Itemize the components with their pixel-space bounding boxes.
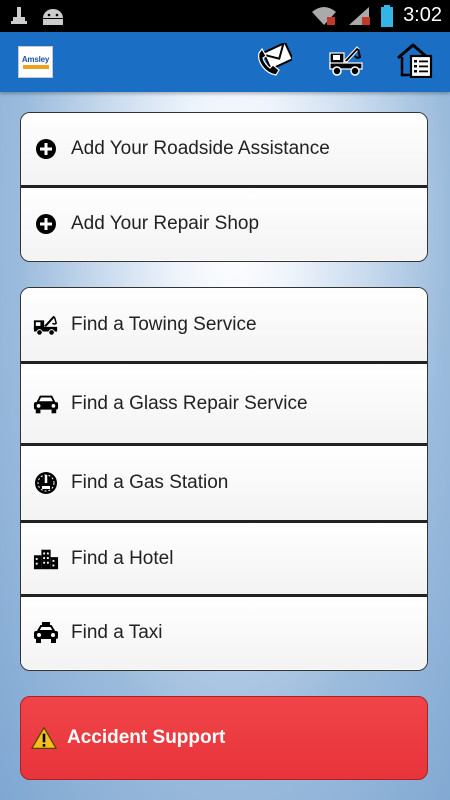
taxi-icon xyxy=(33,620,59,646)
tow-truck-icon xyxy=(33,312,59,338)
item-label: Find a Glass Repair Service xyxy=(71,392,308,414)
find-towing-service-item[interactable]: Find a Towing Service xyxy=(21,288,427,364)
accident-support-label: Accident Support xyxy=(67,727,226,748)
gauge-icon xyxy=(33,470,59,496)
call-contact-button[interactable] xyxy=(252,40,296,84)
accident-support-button[interactable]: Accident Support xyxy=(20,696,428,780)
usb-debug-icon xyxy=(10,6,28,26)
action-bar: Amsley xyxy=(0,32,450,92)
item-label: Find a Towing Service xyxy=(71,313,257,335)
app-logo: Amsley xyxy=(18,46,53,78)
item-label: Add Your Roadside Assistance xyxy=(71,138,330,159)
wifi-icon xyxy=(311,6,337,26)
find-hotel-item[interactable]: Find a Hotel xyxy=(21,523,427,597)
find-taxi-item[interactable]: Find a Taxi xyxy=(21,597,427,669)
add-roadside-assistance-item[interactable]: Add Your Roadside Assistance xyxy=(21,113,427,188)
item-label: Add Your Repair Shop xyxy=(71,213,260,234)
status-bar: 3:02 xyxy=(0,0,450,32)
item-label: Find a Gas Station xyxy=(71,472,229,493)
find-gas-station-item[interactable]: Find a Gas Station xyxy=(21,446,427,523)
roadside-tow-button[interactable] xyxy=(324,40,368,84)
add-services-panel: Add Your Roadside Assistance Add Your Re… xyxy=(20,112,428,262)
plus-circle-icon xyxy=(33,211,59,237)
battery-icon xyxy=(381,4,394,27)
item-label: Find a Taxi xyxy=(71,622,163,643)
buildings-icon xyxy=(33,546,59,572)
car-icon xyxy=(33,391,59,417)
status-time: 3:02 xyxy=(403,4,442,26)
add-repair-shop-item[interactable]: Add Your Repair Shop xyxy=(21,188,427,260)
call-contact-icon xyxy=(256,40,295,82)
home-menu-button[interactable] xyxy=(393,40,437,84)
item-label: Find a Hotel xyxy=(71,547,174,569)
signal-icon xyxy=(347,6,371,26)
android-icon xyxy=(40,6,66,26)
plus-circle-icon xyxy=(33,136,59,162)
home-list-icon xyxy=(396,42,434,83)
tow-truck-icon xyxy=(327,43,365,82)
find-services-panel: Find a Towing Service Find a Glass Repai… xyxy=(20,287,428,671)
find-glass-repair-item[interactable]: Find a Glass Repair Service xyxy=(21,364,427,446)
warning-icon xyxy=(31,725,57,751)
